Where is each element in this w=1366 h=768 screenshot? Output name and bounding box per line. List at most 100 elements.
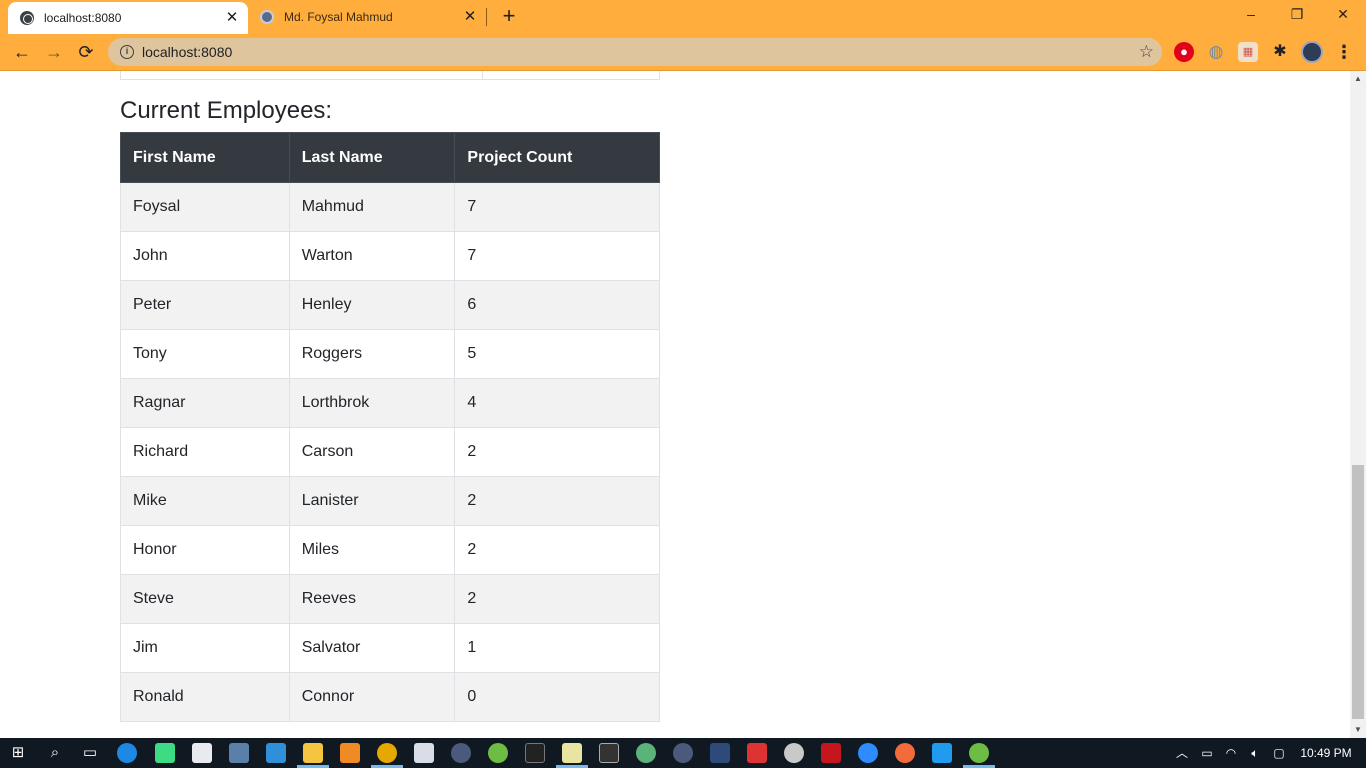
table-row: Foysal Mahmud 7 <box>120 182 660 232</box>
last-name-cell: Reeves <box>288 574 456 624</box>
first-name-cell: Honor <box>120 525 290 575</box>
scroll-up-arrow-icon[interactable]: ▲ <box>1350 71 1366 87</box>
windows-start-icon[interactable]: ⊞ <box>8 743 28 763</box>
chevron-up-icon[interactable]: ︿ <box>1172 738 1192 768</box>
project-count-cell: 2 <box>454 476 660 526</box>
app-icon[interactable] <box>340 743 360 763</box>
table-row: Steve Reeves 2 <box>120 574 660 624</box>
mail-icon[interactable] <box>192 743 212 763</box>
photos-icon[interactable] <box>229 743 249 763</box>
app-icon[interactable] <box>784 743 804 763</box>
tab-separator <box>486 8 487 26</box>
adblock-extension-icon[interactable]: ● <box>1174 42 1194 62</box>
forward-button[interactable]: → <box>40 38 68 66</box>
app-icon[interactable] <box>451 743 471 763</box>
table-header-row: First Name Last Name Project Count <box>120 132 660 183</box>
file-explorer-icon[interactable] <box>303 743 323 763</box>
minimize-button[interactable]: – <box>1228 0 1274 30</box>
last-name-cell: Miles <box>288 525 456 575</box>
close-tab-icon[interactable]: ✕ <box>460 7 480 27</box>
table-row: John Warton 7 <box>120 231 660 281</box>
battery-icon[interactable]: ▭ <box>1196 738 1218 768</box>
project-count-cell: 7 <box>454 231 660 281</box>
first-name-cell: Richard <box>120 427 290 477</box>
table-row: Jim Salvator 1 <box>120 623 660 673</box>
close-tab-icon[interactable]: ✕ <box>222 8 242 28</box>
browser-toolbar: ← → ⟳ i localhost:8080 ☆ <box>0 34 1366 71</box>
notepad-icon[interactable] <box>562 743 582 763</box>
column-header-last-name: Last Name <box>288 132 456 183</box>
calculator-icon[interactable] <box>414 743 434 763</box>
clock[interactable]: 10:49 PM <box>1296 738 1356 768</box>
last-name-cell: Mahmud <box>288 182 456 232</box>
last-name-cell: Roggers <box>288 329 456 379</box>
project-count-cell: 2 <box>454 574 660 624</box>
page-scrollbar[interactable]: ▲ ▼ <box>1350 71 1366 738</box>
last-name-cell: Connor <box>288 672 456 722</box>
acrobat-icon[interactable] <box>821 743 841 763</box>
table-row: Tony Roggers 5 <box>120 329 660 379</box>
tab-title: localhost:8080 <box>44 11 122 25</box>
extensions-puzzle-icon[interactable]: ✱ <box>1270 42 1290 62</box>
last-name-cell: Salvator <box>288 623 456 673</box>
vscode-icon[interactable] <box>932 743 952 763</box>
restore-button[interactable]: ❐ <box>1274 0 1320 30</box>
new-tab-button[interactable]: + <box>498 5 520 28</box>
app-icon[interactable] <box>673 743 693 763</box>
table-row: Richard Carson 2 <box>120 427 660 477</box>
profile-favicon-icon <box>260 10 274 24</box>
last-name-cell: Lorthbrok <box>288 378 456 428</box>
spring-icon[interactable] <box>488 743 508 763</box>
first-name-cell: Peter <box>120 280 290 330</box>
scroll-down-arrow-icon[interactable]: ▼ <box>1350 722 1366 738</box>
globe-icon <box>20 11 34 25</box>
spring-icon[interactable] <box>969 743 989 763</box>
project-count-cell: 0 <box>454 672 660 722</box>
app-icon[interactable] <box>636 743 656 763</box>
tab-localhost[interactable]: localhost:8080 ✕ <box>8 2 248 34</box>
address-text[interactable]: localhost:8080 <box>142 38 232 66</box>
scroll-thumb[interactable] <box>1352 465 1364 719</box>
tab-profile[interactable]: Md. Foysal Mahmud ✕ <box>250 0 486 34</box>
table-row: Ragnar Lorthbrok 4 <box>120 378 660 428</box>
last-name-cell: Warton <box>288 231 456 281</box>
project-count-cell: 6 <box>454 280 660 330</box>
back-button[interactable]: ← <box>8 38 36 66</box>
wifi-icon[interactable]: ◠ <box>1220 738 1242 768</box>
search-icon[interactable]: ⌕ <box>45 743 65 763</box>
column-header-project-count: Project Count <box>454 132 660 183</box>
app-icon[interactable] <box>747 743 767 763</box>
zoom-icon[interactable] <box>858 743 878 763</box>
last-name-cell: Lanister <box>288 476 456 526</box>
close-window-button[interactable]: ✕ <box>1320 0 1366 30</box>
first-name-cell: Mike <box>120 476 290 526</box>
bookmark-star-icon[interactable]: ☆ <box>1139 38 1154 66</box>
app-icon[interactable] <box>895 743 915 763</box>
previous-table-fragment <box>120 71 660 80</box>
profile-avatar[interactable] <box>1301 41 1323 63</box>
grid-extension-icon[interactable]: ▦ <box>1238 42 1258 62</box>
pe-icon[interactable] <box>599 743 619 763</box>
android-studio-icon[interactable] <box>155 743 175 763</box>
employees-table: First Name Last Name Project Count Foysa… <box>120 132 660 722</box>
address-bar[interactable]: i localhost:8080 ☆ <box>108 38 1162 66</box>
terminal-icon[interactable] <box>525 743 545 763</box>
tab-strip: localhost:8080 ✕ Md. Foysal Mahmud ✕ + –… <box>0 0 1366 34</box>
chrome-icon[interactable] <box>377 743 397 763</box>
app-icon[interactable] <box>710 743 730 763</box>
site-info-icon[interactable]: i <box>120 45 134 59</box>
volume-icon[interactable]: 🔈︎ <box>1244 738 1266 768</box>
first-name-cell: Ragnar <box>120 378 290 428</box>
notifications-icon[interactable]: ▢ <box>1268 738 1290 768</box>
page-viewport: Current Employees: First Name Last Name … <box>0 71 1350 738</box>
page-title: Current Employees: <box>120 97 333 124</box>
table-row: Peter Henley 6 <box>120 280 660 330</box>
reload-button[interactable]: ⟳ <box>72 38 100 66</box>
store-icon[interactable] <box>266 743 286 763</box>
translate-extension-icon[interactable]: ◍ <box>1206 42 1226 62</box>
edge-icon[interactable] <box>117 743 137 763</box>
browser-menu-icon[interactable]: ⋮ <box>1334 42 1354 62</box>
task-view-icon[interactable]: ▭ <box>80 743 100 763</box>
column-header-first-name: First Name <box>120 132 290 183</box>
table-row: Mike Lanister 2 <box>120 476 660 526</box>
